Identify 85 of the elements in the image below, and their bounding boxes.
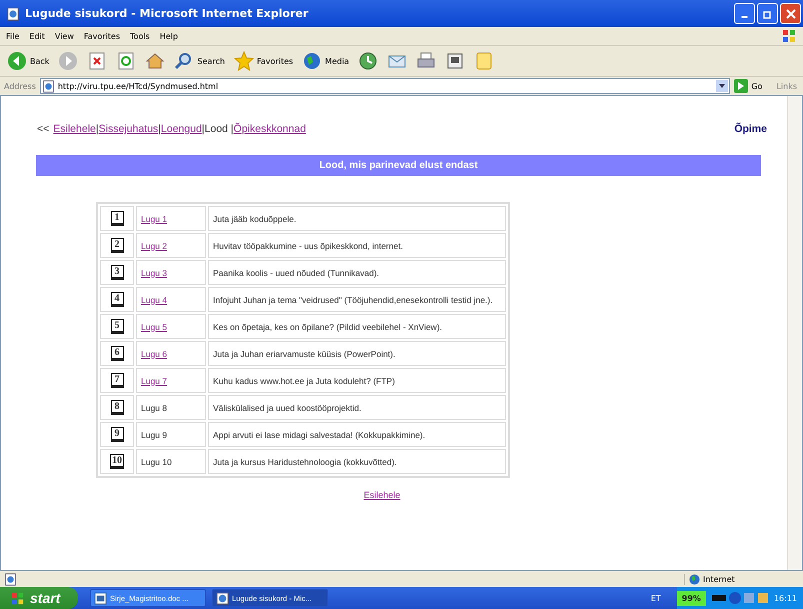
number-icon: 9 xyxy=(110,427,124,442)
story-link[interactable]: Lugu 2 xyxy=(141,240,167,250)
story-title: Lugu 9 xyxy=(141,430,167,440)
favorites-icon xyxy=(234,51,254,71)
menu-item[interactable]: View xyxy=(52,32,82,40)
nav-separator: | xyxy=(96,123,99,135)
number-icon: 6 xyxy=(110,346,124,361)
number-icon: 4 xyxy=(110,292,124,307)
battery-percentage: 99% xyxy=(676,590,706,606)
story-description: Huvitav tööpakkumine - uus õpikeskkond, internet. xyxy=(213,240,403,250)
story-description: Väliskülalised ja uued koostööprojektid. xyxy=(213,402,362,412)
address-label: Address xyxy=(4,82,36,90)
menu-item[interactable]: Favorites xyxy=(82,32,128,40)
language-indicator[interactable]: ET xyxy=(650,594,661,602)
home-link[interactable]: Esilehele xyxy=(364,490,400,500)
document-icon xyxy=(94,592,107,604)
zone-label: Internet xyxy=(703,574,735,584)
minimize-button[interactable] xyxy=(734,3,755,24)
clock: 16:11 xyxy=(774,594,797,602)
restore-button[interactable] xyxy=(757,3,778,24)
story-link[interactable]: Lugu 7 xyxy=(141,376,167,386)
nav-link[interactable]: Sissejuhatus xyxy=(98,123,158,135)
menu-item[interactable]: Edit xyxy=(27,32,53,40)
go-button[interactable]: Go xyxy=(734,79,772,93)
back-icon xyxy=(7,51,27,71)
minimize-icon xyxy=(741,16,748,18)
windows-logo-icon xyxy=(781,28,797,44)
story-description: Infojuht Juhan ja tema "veidrused" (Tööjuhendid,enesekontrolli testid jne.). xyxy=(213,294,493,304)
restore-icon xyxy=(762,8,772,18)
story-link[interactable]: Lugu 5 xyxy=(141,322,167,332)
nav-link[interactable]: Õpikeskkonnad xyxy=(234,123,306,135)
close-icon xyxy=(786,8,796,18)
number-icon: 3 xyxy=(110,265,124,280)
window-title: Lugude sisukord - Microsoft Internet Explorer xyxy=(25,7,310,20)
scrollbar[interactable] xyxy=(787,96,802,570)
page-icon xyxy=(6,6,20,20)
address-field[interactable]: http://viru.tpu.ee/HTcd/Syndmused.html xyxy=(40,78,730,94)
page-icon xyxy=(4,572,17,586)
note-icon xyxy=(474,51,494,71)
story-title: Lugu 8 xyxy=(141,402,167,412)
number-icon: 5 xyxy=(110,319,124,334)
media-button[interactable]: Media xyxy=(299,51,352,71)
refresh-icon xyxy=(116,51,136,71)
menu-item[interactable]: Tools xyxy=(128,32,158,40)
story-description: Kes on õpetaja, kes on õpilane? (Pildid veebilehel - XnView). xyxy=(213,322,442,332)
banner: Lood, mis parinevad elust endast xyxy=(36,155,761,176)
start-button[interactable]: start xyxy=(0,587,78,609)
story-description: Appi arvuti ei lase midagi salvestada! (Kokkupakkimine). xyxy=(213,430,426,440)
story-link[interactable]: Lugu 6 xyxy=(141,348,167,358)
forward-icon xyxy=(58,51,78,71)
windows-logo-icon xyxy=(10,590,25,606)
story-description: Kuhu kadus www.hot.ee ja Juta koduleht? (FTP) xyxy=(213,376,395,386)
number-icon: 2 xyxy=(110,238,124,253)
story-title: Lugu 10 xyxy=(141,456,172,466)
menu-item[interactable]: Help xyxy=(158,32,186,40)
globe-icon xyxy=(689,574,700,584)
tray-icons-drawing xyxy=(710,591,770,605)
story-description: Paanika koolis - uued nõuded (Tunnikavad). xyxy=(213,268,380,278)
page-icon xyxy=(42,80,55,92)
story-description: Juta ja Juhan eriarvamuste küüsis (PowerPoint). xyxy=(213,348,396,358)
site-title: Õpime xyxy=(734,123,767,135)
nav-link[interactable]: Esilehele xyxy=(53,123,96,135)
nav-separator: | xyxy=(158,123,161,135)
back-arrows: << xyxy=(37,123,50,135)
number-icon: 8 xyxy=(110,400,124,415)
number-icon: 10 xyxy=(110,454,124,469)
number-icon: 1 xyxy=(110,211,124,226)
nav-link[interactable]: Loengud xyxy=(160,123,202,135)
media-icon xyxy=(302,51,322,71)
story-link[interactable]: Lugu 3 xyxy=(141,268,167,278)
story-description: Juta ja kursus Haridustehnoloogia (kokkuvõtted). xyxy=(213,456,397,466)
history-icon xyxy=(358,51,378,71)
story-description: Juta jääb koduõppele. xyxy=(213,214,296,224)
page-icon xyxy=(216,592,229,604)
story-link[interactable]: Lugu 1 xyxy=(141,214,167,224)
favorites-button[interactable]: Favorites xyxy=(230,51,296,71)
story-link[interactable]: Lugu 4 xyxy=(141,294,167,304)
back-button[interactable]: Back xyxy=(4,51,52,71)
nav-separator: |Lood | xyxy=(202,123,234,135)
number-icon: 7 xyxy=(110,373,124,388)
stop-icon xyxy=(87,51,108,71)
home-icon xyxy=(145,51,166,71)
search-button[interactable]: Search xyxy=(171,51,228,71)
close-button[interactable] xyxy=(780,3,801,24)
menu-item[interactable]: File xyxy=(4,32,28,40)
